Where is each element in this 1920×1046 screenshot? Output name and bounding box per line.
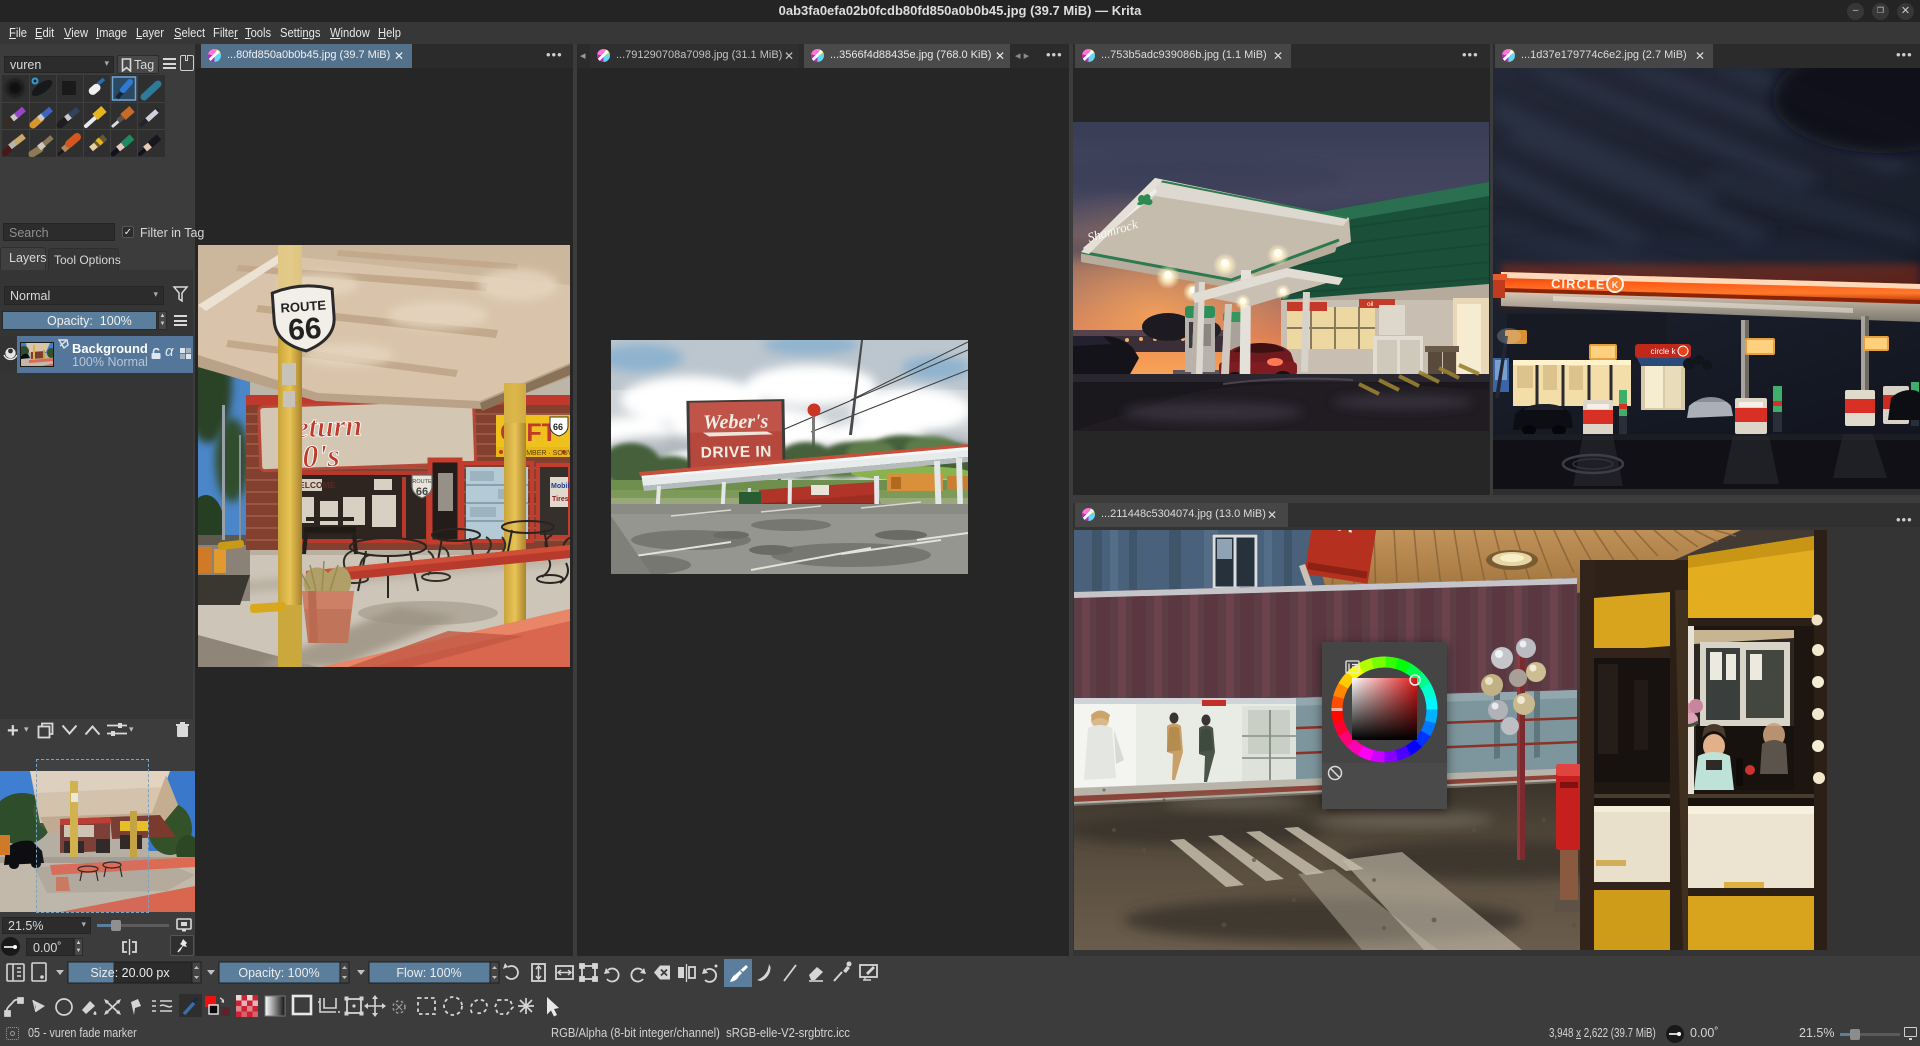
svg-text:CIRCLE: CIRCLE	[1551, 276, 1606, 292]
svg-text:66: 66	[287, 312, 323, 347]
svg-text:ROUTE: ROUTE	[412, 479, 432, 485]
svg-text:Flow: 100%: Flow: 100%	[396, 966, 461, 980]
svg-text:K: K	[1612, 280, 1619, 290]
svg-text:Weber's: Weber's	[703, 410, 769, 433]
svg-text:66: 66	[416, 486, 428, 498]
svg-text:circle k: circle k	[1651, 347, 1677, 356]
svg-text:Size: 20.00 px: Size: 20.00 px	[90, 966, 170, 980]
svg-text:66: 66	[553, 422, 563, 432]
svg-text:Opacity: 100%: Opacity: 100%	[238, 966, 319, 980]
svg-text:oil: oil	[1367, 301, 1374, 308]
svg-text:Mobil: Mobil	[551, 483, 569, 490]
svg-text:DRIVE IN: DRIVE IN	[701, 443, 772, 461]
svg-text:Tires: Tires	[552, 496, 569, 503]
